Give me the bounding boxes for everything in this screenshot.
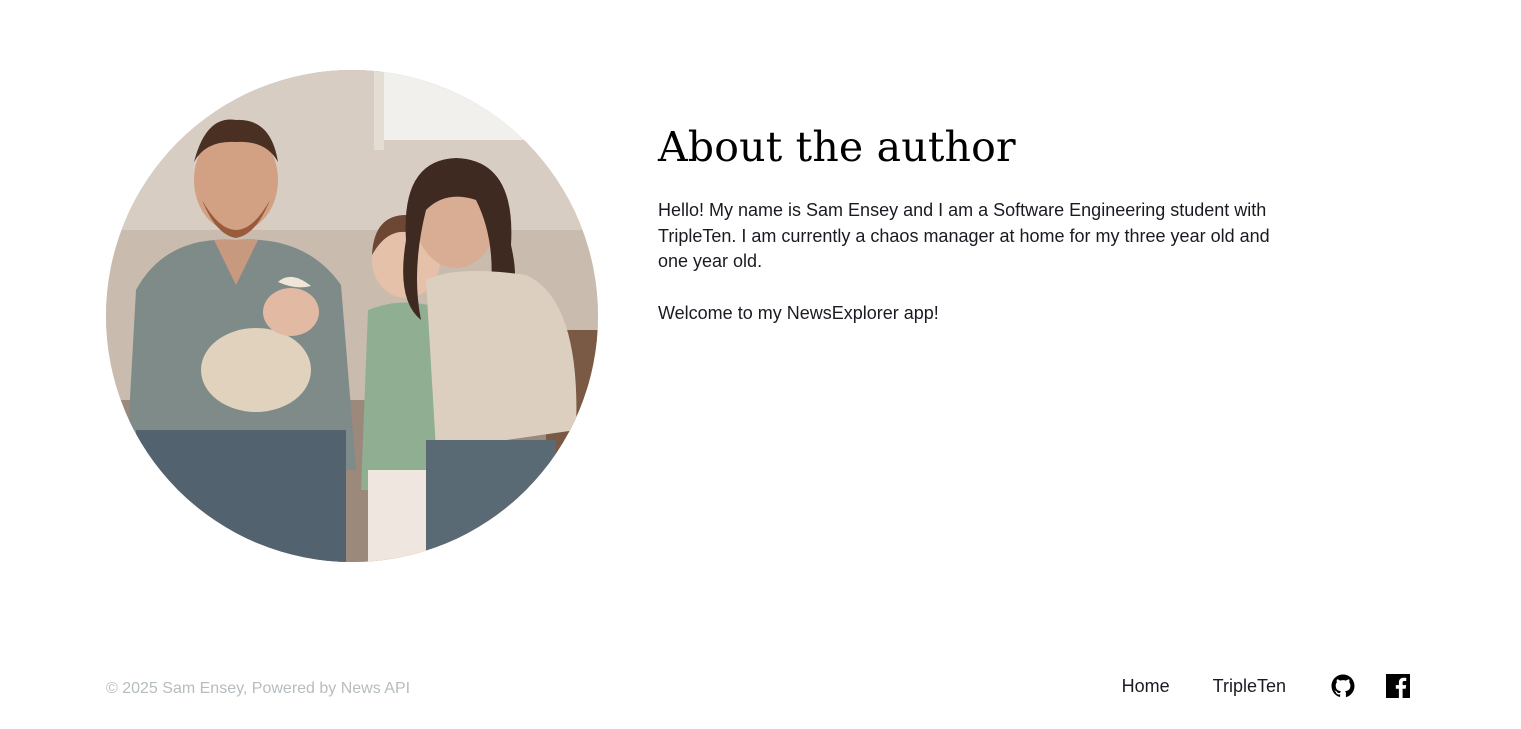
- family-photo-icon: [106, 70, 598, 562]
- facebook-icon[interactable]: [1386, 674, 1410, 698]
- copyright-text: © 2025 Sam Ensey, Powered by News API: [106, 680, 411, 697]
- page: About the author Hello! My name is Sam E…: [0, 0, 1521, 729]
- footer-link-tripleten[interactable]: TripleTen: [1213, 676, 1286, 697]
- about-section: About the author Hello! My name is Sam E…: [106, 70, 1406, 564]
- footer-nav: Home TripleTen: [1122, 674, 1410, 698]
- about-paragraph-intro: Hello! My name is Sam Ensey and I am a S…: [658, 200, 1270, 272]
- github-icon[interactable]: [1331, 674, 1355, 698]
- footer-link-home[interactable]: Home: [1122, 676, 1170, 697]
- about-title: About the author: [658, 123, 1016, 171]
- about-paragraph-welcome: Welcome to my NewsExplorer app!: [658, 302, 939, 323]
- author-photo: [106, 70, 598, 562]
- about-text: About the author Hello! My name is Sam E…: [658, 122, 1288, 326]
- footer: © 2025 Sam Ensey, Powered by News API Ho…: [106, 670, 1410, 710]
